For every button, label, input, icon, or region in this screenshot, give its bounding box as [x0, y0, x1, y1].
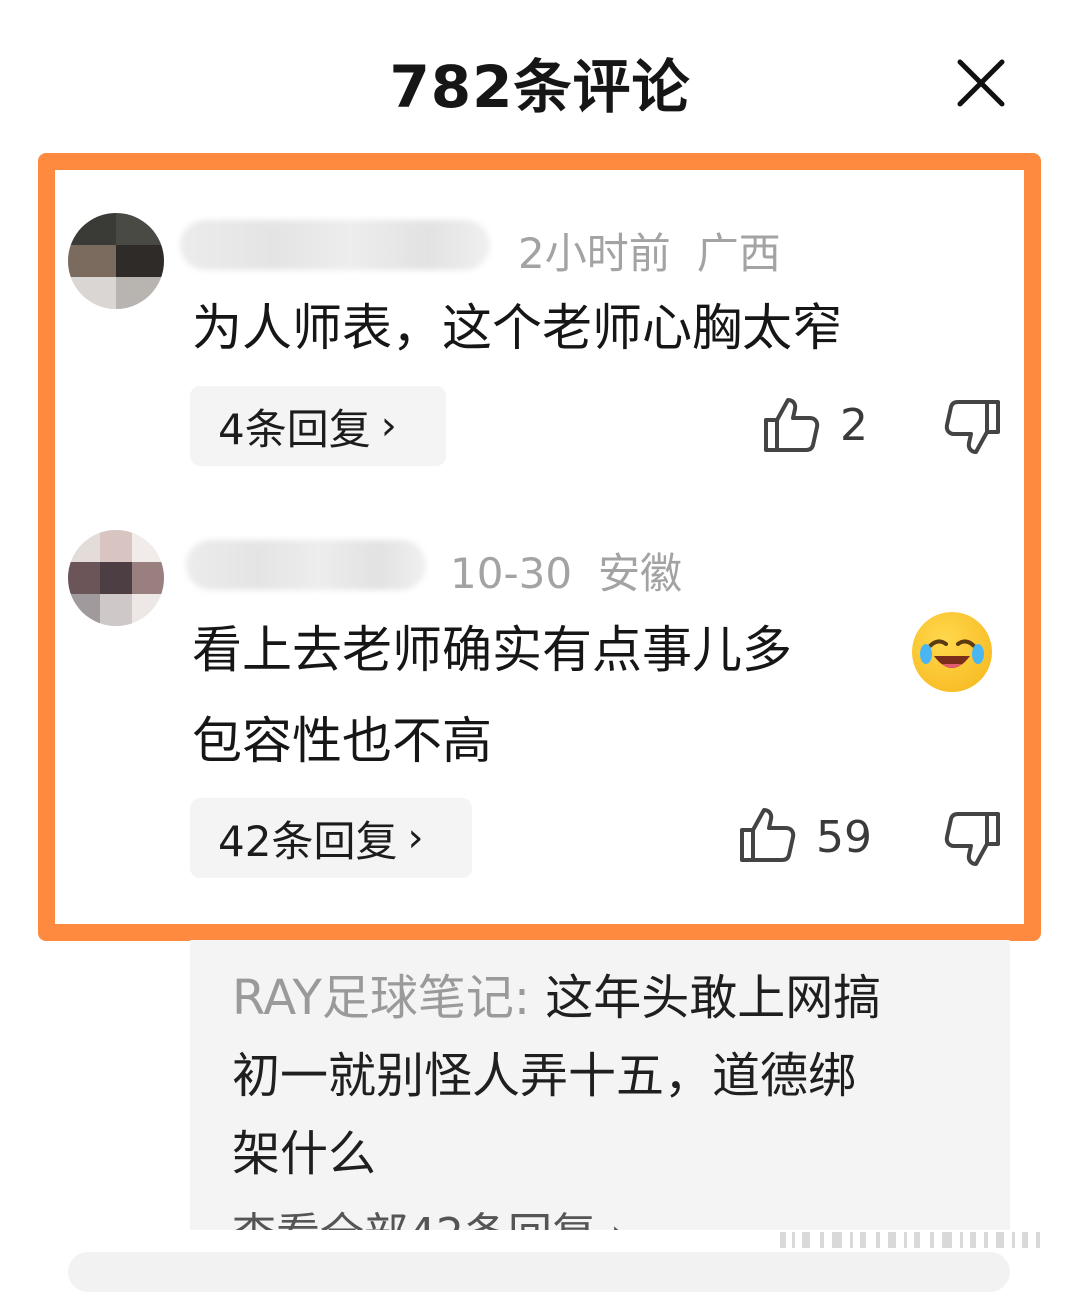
reply-line-1: RAY足球笔记: 这年头敢上网搞	[232, 958, 881, 1028]
reply-line-2: 初一就别怪人弄十五，道德绑	[232, 1048, 857, 1104]
reply-preview[interactable]: RAY足球笔记: 这年头敢上网搞 初一就别怪人弄十五，道德绑 架什么 查看全部4…	[190, 940, 1010, 1230]
comment-input-bar[interactable]	[68, 1252, 1010, 1292]
reply-line-3: 架什么	[232, 1126, 377, 1182]
watermark-barcode	[780, 1232, 1040, 1248]
highlight-frame	[38, 153, 1041, 941]
view-all-replies-link[interactable]: 查看全部42条回复 ›	[232, 1198, 628, 1230]
comments-title: 782条评论	[389, 53, 691, 121]
comments-sheet: 782条评论 2小时前 广西 为人师表，这个老师心胸太窄 4条回复 › 2 10-…	[0, 0, 1080, 1292]
reply-author[interactable]: RAY足球笔记:	[232, 970, 545, 1026]
close-icon[interactable]	[950, 52, 1012, 114]
reply-text: 这年头敢上网搞	[545, 970, 882, 1026]
